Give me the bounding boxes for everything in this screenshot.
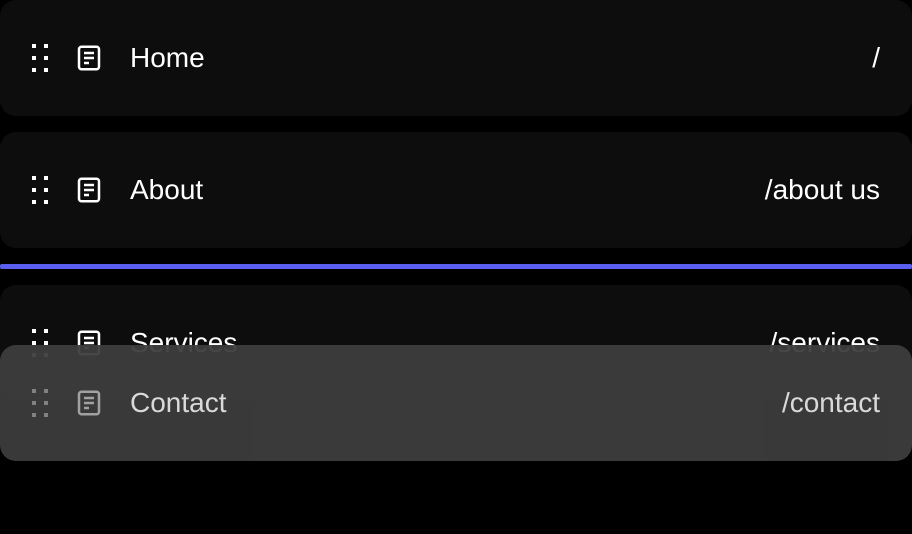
drag-handle-icon[interactable] bbox=[32, 389, 48, 417]
nav-item-path: / bbox=[872, 42, 880, 74]
nav-item-dragging[interactable]: Contact /contact bbox=[0, 345, 912, 461]
nav-item-left: Home bbox=[32, 42, 872, 74]
page-icon bbox=[74, 175, 104, 205]
drag-handle-icon[interactable] bbox=[32, 44, 48, 72]
page-icon bbox=[74, 43, 104, 73]
drag-handle-icon[interactable] bbox=[32, 176, 48, 204]
nav-item-path: /contact bbox=[782, 387, 880, 419]
nav-item-title: Home bbox=[130, 42, 205, 74]
drop-indicator bbox=[0, 264, 912, 269]
nav-item[interactable]: Home / bbox=[0, 0, 912, 116]
nav-item[interactable]: About /about us bbox=[0, 132, 912, 248]
nav-item-path: /about us bbox=[765, 174, 880, 206]
nav-item-title: About bbox=[130, 174, 203, 206]
nav-item-left: Contact bbox=[32, 387, 782, 419]
nav-items-list: Home / About /about us bbox=[0, 0, 912, 401]
nav-item-title: Contact bbox=[130, 387, 227, 419]
nav-item-left: About bbox=[32, 174, 765, 206]
page-icon bbox=[74, 388, 104, 418]
